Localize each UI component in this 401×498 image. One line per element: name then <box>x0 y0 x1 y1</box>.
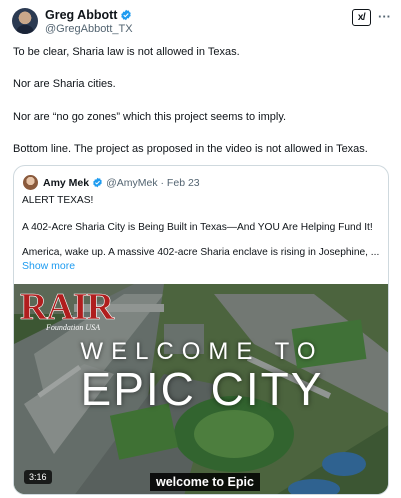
author-avatar[interactable] <box>12 8 38 34</box>
rair-logo-subtitle: Foundation USA <box>46 323 100 332</box>
quote-line: America, wake up. A massive 402-acre Sha… <box>22 247 380 258</box>
post-card: Greg Abbott @GregAbbott_TX x/ ··· To be … <box>0 0 401 498</box>
more-dots-icon[interactable]: ··· <box>378 9 391 24</box>
author-name-row: Greg Abbott <box>45 8 132 22</box>
rair-logo-text: RAIR <box>20 286 115 328</box>
verified-badge-icon <box>93 177 102 188</box>
post-paragraph: Nor are Sharia cities. <box>13 78 116 90</box>
author-display-name[interactable]: Greg Abbott <box>45 8 117 22</box>
video-caption: welcome to Epic <box>150 473 260 491</box>
grok-icon[interactable]: x/ <box>352 9 371 26</box>
video-duration-badge: 3:16 <box>24 470 52 484</box>
quoted-post[interactable]: Amy Mek @AmyMek · Feb 23 ALERT TEXAS! A … <box>13 165 389 495</box>
post-paragraph: Nor are “no go zones” which this project… <box>13 111 287 123</box>
author-handle[interactable]: @GregAbbott_TX <box>45 23 133 35</box>
rair-logo: RAIR Foundation USA <box>20 286 115 337</box>
quote-line: ALERT TEXAS! <box>22 195 94 206</box>
quote-author-row: Amy Mek @AmyMek · Feb 23 <box>43 175 200 190</box>
show-more-link[interactable]: Show more <box>22 260 75 272</box>
quote-line: A 402-Acre Sharia City is Being Built in… <box>22 222 373 233</box>
quote-author-name: Amy Mek <box>43 176 90 189</box>
video-overlay-subtitle: EPIC CITY <box>80 363 324 415</box>
quote-author-avatar <box>23 175 38 190</box>
post-paragraph: Bottom line. The project as proposed in … <box>13 143 368 155</box>
post-paragraph: To be clear, Sharia law is not allowed i… <box>13 46 240 58</box>
verified-badge-icon <box>121 9 132 21</box>
quote-handle-time: @AmyMek · Feb 23 <box>106 176 200 189</box>
video-player[interactable]: RAIR Foundation USA WELCOME TO EPIC CITY… <box>14 284 388 494</box>
